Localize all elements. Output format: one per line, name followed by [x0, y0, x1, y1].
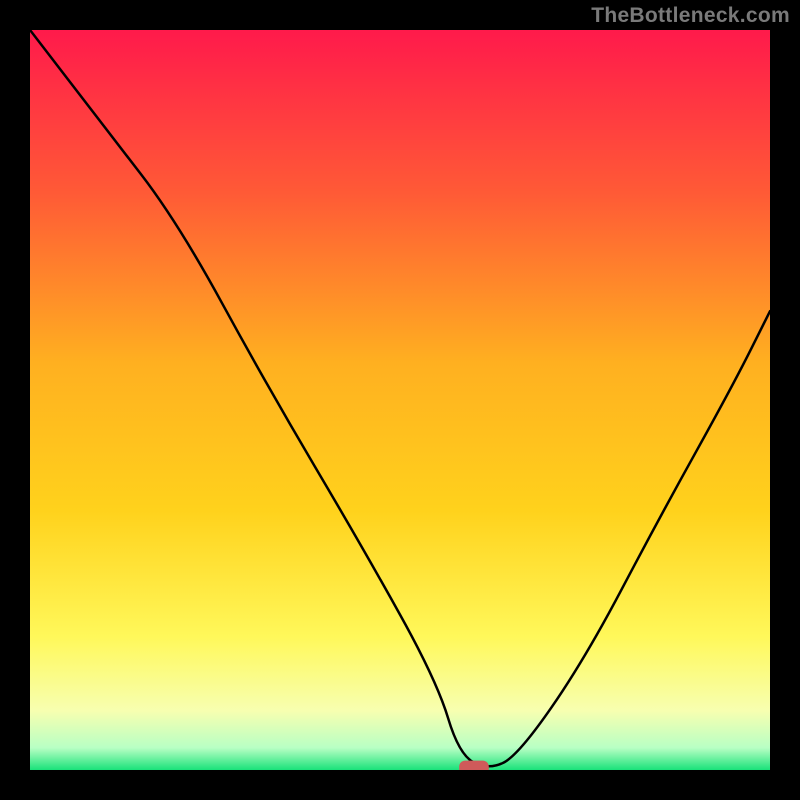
gradient-background: [30, 30, 770, 770]
watermark-text: TheBottleneck.com: [591, 4, 790, 28]
chart-plot-area: [30, 30, 770, 770]
chart-container: { "watermark": "TheBottleneck.com", "col…: [0, 0, 800, 800]
chart-svg: [30, 30, 770, 770]
optimum-marker: [459, 761, 489, 770]
